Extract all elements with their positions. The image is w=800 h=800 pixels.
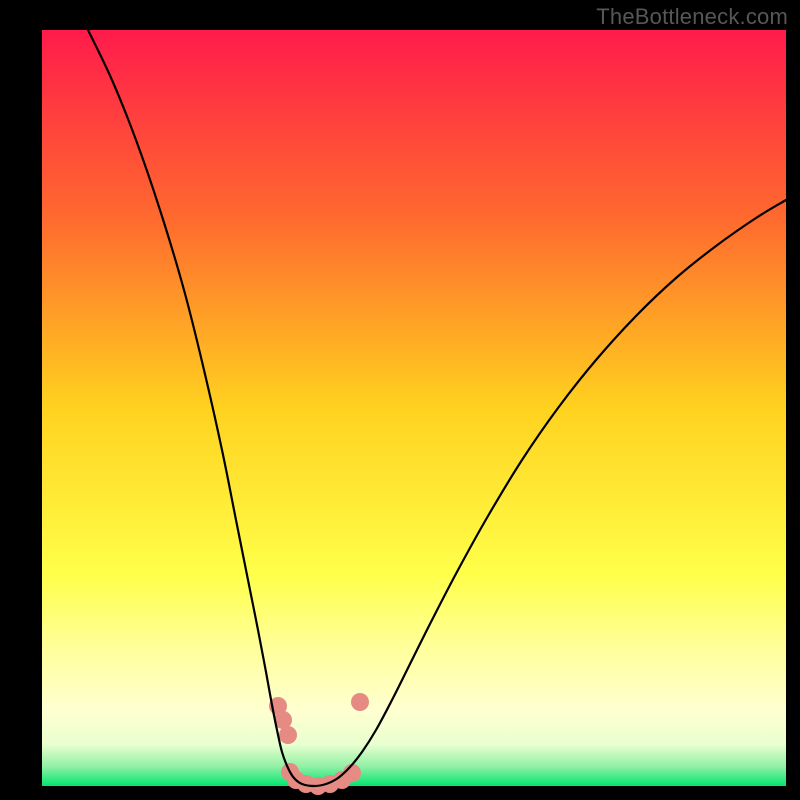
curve-marker xyxy=(279,726,297,744)
curve-marker xyxy=(351,693,369,711)
curve-marker xyxy=(343,764,361,782)
bottleneck-chart xyxy=(0,0,800,800)
chart-container: TheBottleneck.com xyxy=(0,0,800,800)
watermark-text: TheBottleneck.com xyxy=(596,4,788,30)
plot-background xyxy=(42,30,786,786)
